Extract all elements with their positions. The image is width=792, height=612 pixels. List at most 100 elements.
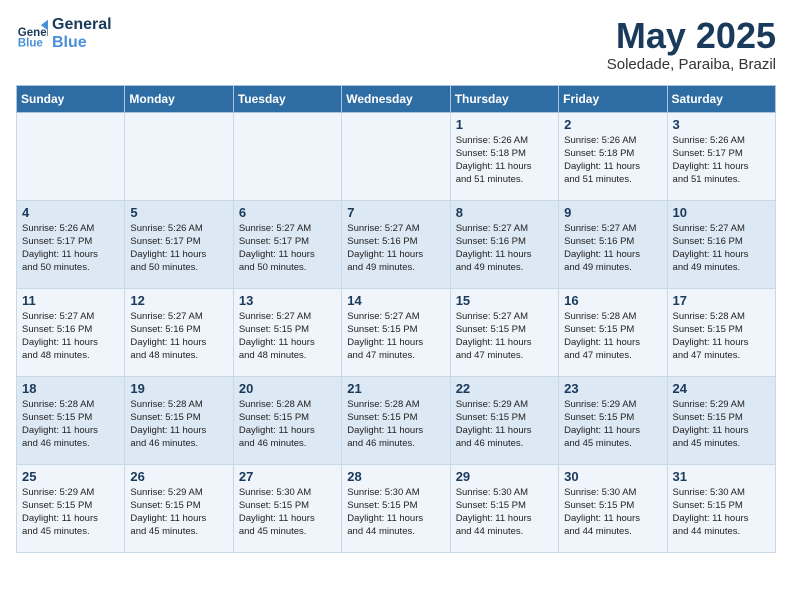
- calendar-cell: 3 Sunrise: 5:26 AM Sunset: 5:17 PM Daylig…: [667, 112, 775, 200]
- day-number: 2: [564, 117, 661, 132]
- day-info: Sunrise: 5:28 AM Sunset: 5:15 PM Dayligh…: [130, 398, 227, 451]
- day-info: Sunrise: 5:27 AM Sunset: 5:15 PM Dayligh…: [239, 310, 336, 363]
- weekday-header-saturday: Saturday: [667, 85, 775, 112]
- day-number: 1: [456, 117, 553, 132]
- calendar-cell: 15 Sunrise: 5:27 AM Sunset: 5:15 PM Dayli…: [450, 288, 558, 376]
- calendar-cell: 14 Sunrise: 5:27 AM Sunset: 5:15 PM Dayli…: [342, 288, 450, 376]
- day-info: Sunrise: 5:30 AM Sunset: 5:15 PM Dayligh…: [564, 486, 661, 539]
- day-number: 15: [456, 293, 553, 308]
- day-info: Sunrise: 5:29 AM Sunset: 5:15 PM Dayligh…: [456, 398, 553, 451]
- day-info: Sunrise: 5:27 AM Sunset: 5:16 PM Dayligh…: [456, 222, 553, 275]
- calendar-cell: 1Sunrise: 5:26 AM Sunset: 5:18 PM Daylig…: [450, 112, 558, 200]
- day-info: Sunrise: 5:28 AM Sunset: 5:15 PM Dayligh…: [22, 398, 119, 451]
- calendar-cell: 20 Sunrise: 5:28 AM Sunset: 5:15 PM Dayli…: [233, 376, 341, 464]
- calendar-cell: 13Sunrise: 5:27 AM Sunset: 5:15 PM Dayli…: [233, 288, 341, 376]
- day-number: 6: [239, 205, 336, 220]
- day-info: Sunrise: 5:30 AM Sunset: 5:15 PM Dayligh…: [347, 486, 444, 539]
- day-info: Sunrise: 5:28 AM Sunset: 5:15 PM Dayligh…: [347, 398, 444, 451]
- calendar-cell: 6 Sunrise: 5:27 AM Sunset: 5:17 PM Daylig…: [233, 200, 341, 288]
- day-info: Sunrise: 5:30 AM Sunset: 5:15 PM Dayligh…: [673, 486, 770, 539]
- day-number: 30: [564, 469, 661, 484]
- calendar-cell: 16 Sunrise: 5:28 AM Sunset: 5:15 PM Dayli…: [559, 288, 667, 376]
- calendar-cell: 31 Sunrise: 5:30 AM Sunset: 5:15 PM Dayli…: [667, 464, 775, 552]
- day-info: Sunrise: 5:30 AM Sunset: 5:15 PM Dayligh…: [456, 486, 553, 539]
- day-number: 12: [130, 293, 227, 308]
- day-info: Sunrise: 5:28 AM Sunset: 5:15 PM Dayligh…: [239, 398, 336, 451]
- day-number: 20: [239, 381, 336, 396]
- calendar-cell: [17, 112, 125, 200]
- day-number: 22: [456, 381, 553, 396]
- day-number: 11: [22, 293, 119, 308]
- calendar-cell: 24 Sunrise: 5:29 AM Sunset: 5:15 PM Dayli…: [667, 376, 775, 464]
- day-number: 24: [673, 381, 770, 396]
- day-info: Sunrise: 5:28 AM Sunset: 5:15 PM Dayligh…: [564, 310, 661, 363]
- title-block: May 2025 Soledade, Paraiba, Brazil: [607, 16, 776, 73]
- day-number: 9: [564, 205, 661, 220]
- month-title: May 2025: [607, 16, 776, 56]
- logo-icon: General Blue: [16, 18, 48, 50]
- calendar-cell: 17Sunrise: 5:28 AM Sunset: 5:15 PM Dayli…: [667, 288, 775, 376]
- day-info: Sunrise: 5:27 AM Sunset: 5:16 PM Dayligh…: [564, 222, 661, 275]
- calendar-table: SundayMondayTuesdayWednesdayThursdayFrid…: [16, 85, 776, 553]
- calendar-cell: 25 Sunrise: 5:29 AM Sunset: 5:15 PM Dayli…: [17, 464, 125, 552]
- calendar-cell: 26Sunrise: 5:29 AM Sunset: 5:15 PM Dayli…: [125, 464, 233, 552]
- weekday-header-sunday: Sunday: [17, 85, 125, 112]
- location-subtitle: Soledade, Paraiba, Brazil: [607, 56, 776, 73]
- calendar-cell: 8Sunrise: 5:27 AM Sunset: 5:16 PM Daylig…: [450, 200, 558, 288]
- day-info: Sunrise: 5:27 AM Sunset: 5:17 PM Dayligh…: [239, 222, 336, 275]
- calendar-cell: 9 Sunrise: 5:27 AM Sunset: 5:16 PM Daylig…: [559, 200, 667, 288]
- calendar-cell: 7 Sunrise: 5:27 AM Sunset: 5:16 PM Daylig…: [342, 200, 450, 288]
- day-info: Sunrise: 5:26 AM Sunset: 5:17 PM Dayligh…: [673, 134, 770, 187]
- calendar-cell: 22 Sunrise: 5:29 AM Sunset: 5:15 PM Dayli…: [450, 376, 558, 464]
- day-info: Sunrise: 5:29 AM Sunset: 5:15 PM Dayligh…: [22, 486, 119, 539]
- day-number: 5: [130, 205, 227, 220]
- day-number: 16: [564, 293, 661, 308]
- day-info: Sunrise: 5:30 AM Sunset: 5:15 PM Dayligh…: [239, 486, 336, 539]
- day-number: 26: [130, 469, 227, 484]
- calendar-cell: 18 Sunrise: 5:28 AM Sunset: 5:15 PM Dayli…: [17, 376, 125, 464]
- calendar-cell: 30 Sunrise: 5:30 AM Sunset: 5:15 PM Dayli…: [559, 464, 667, 552]
- day-info: Sunrise: 5:29 AM Sunset: 5:15 PM Dayligh…: [673, 398, 770, 451]
- day-number: 14: [347, 293, 444, 308]
- day-number: 21: [347, 381, 444, 396]
- calendar-cell: 2Sunrise: 5:26 AM Sunset: 5:18 PM Daylig…: [559, 112, 667, 200]
- calendar-cell: 21 Sunrise: 5:28 AM Sunset: 5:15 PM Dayli…: [342, 376, 450, 464]
- day-info: Sunrise: 5:27 AM Sunset: 5:16 PM Dayligh…: [130, 310, 227, 363]
- calendar-cell: [342, 112, 450, 200]
- day-info: Sunrise: 5:29 AM Sunset: 5:15 PM Dayligh…: [564, 398, 661, 451]
- calendar-cell: 12 Sunrise: 5:27 AM Sunset: 5:16 PM Dayli…: [125, 288, 233, 376]
- day-info: Sunrise: 5:26 AM Sunset: 5:17 PM Dayligh…: [130, 222, 227, 275]
- calendar-cell: 5 Sunrise: 5:26 AM Sunset: 5:17 PM Daylig…: [125, 200, 233, 288]
- weekday-header-wednesday: Wednesday: [342, 85, 450, 112]
- day-number: 4: [22, 205, 119, 220]
- day-info: Sunrise: 5:27 AM Sunset: 5:15 PM Dayligh…: [456, 310, 553, 363]
- day-number: 18: [22, 381, 119, 396]
- calendar-cell: 4 Sunrise: 5:26 AM Sunset: 5:17 PM Daylig…: [17, 200, 125, 288]
- day-number: 7: [347, 205, 444, 220]
- day-info: Sunrise: 5:26 AM Sunset: 5:17 PM Dayligh…: [22, 222, 119, 275]
- logo: General Blue General Blue: [16, 16, 112, 51]
- page-header: General Blue General Blue May 2025 Soled…: [16, 16, 776, 73]
- calendar-cell: 19 Sunrise: 5:28 AM Sunset: 5:15 PM Dayli…: [125, 376, 233, 464]
- calendar-cell: 10Sunrise: 5:27 AM Sunset: 5:16 PM Dayli…: [667, 200, 775, 288]
- calendar-cell: 11 Sunrise: 5:27 AM Sunset: 5:16 PM Dayli…: [17, 288, 125, 376]
- weekday-header-thursday: Thursday: [450, 85, 558, 112]
- day-number: 19: [130, 381, 227, 396]
- day-number: 31: [673, 469, 770, 484]
- weekday-header-monday: Monday: [125, 85, 233, 112]
- day-number: 25: [22, 469, 119, 484]
- day-number: 23: [564, 381, 661, 396]
- weekday-header-tuesday: Tuesday: [233, 85, 341, 112]
- day-number: 10: [673, 205, 770, 220]
- calendar-cell: 29Sunrise: 5:30 AM Sunset: 5:15 PM Dayli…: [450, 464, 558, 552]
- svg-text:Blue: Blue: [18, 37, 44, 49]
- day-number: 17: [673, 293, 770, 308]
- day-number: 27: [239, 469, 336, 484]
- day-info: Sunrise: 5:27 AM Sunset: 5:15 PM Dayligh…: [347, 310, 444, 363]
- day-info: Sunrise: 5:27 AM Sunset: 5:16 PM Dayligh…: [22, 310, 119, 363]
- logo-blue: Blue: [52, 34, 112, 52]
- calendar-cell: [125, 112, 233, 200]
- calendar-cell: 27 Sunrise: 5:30 AM Sunset: 5:15 PM Dayli…: [233, 464, 341, 552]
- day-info: Sunrise: 5:27 AM Sunset: 5:16 PM Dayligh…: [347, 222, 444, 275]
- day-number: 3: [673, 117, 770, 132]
